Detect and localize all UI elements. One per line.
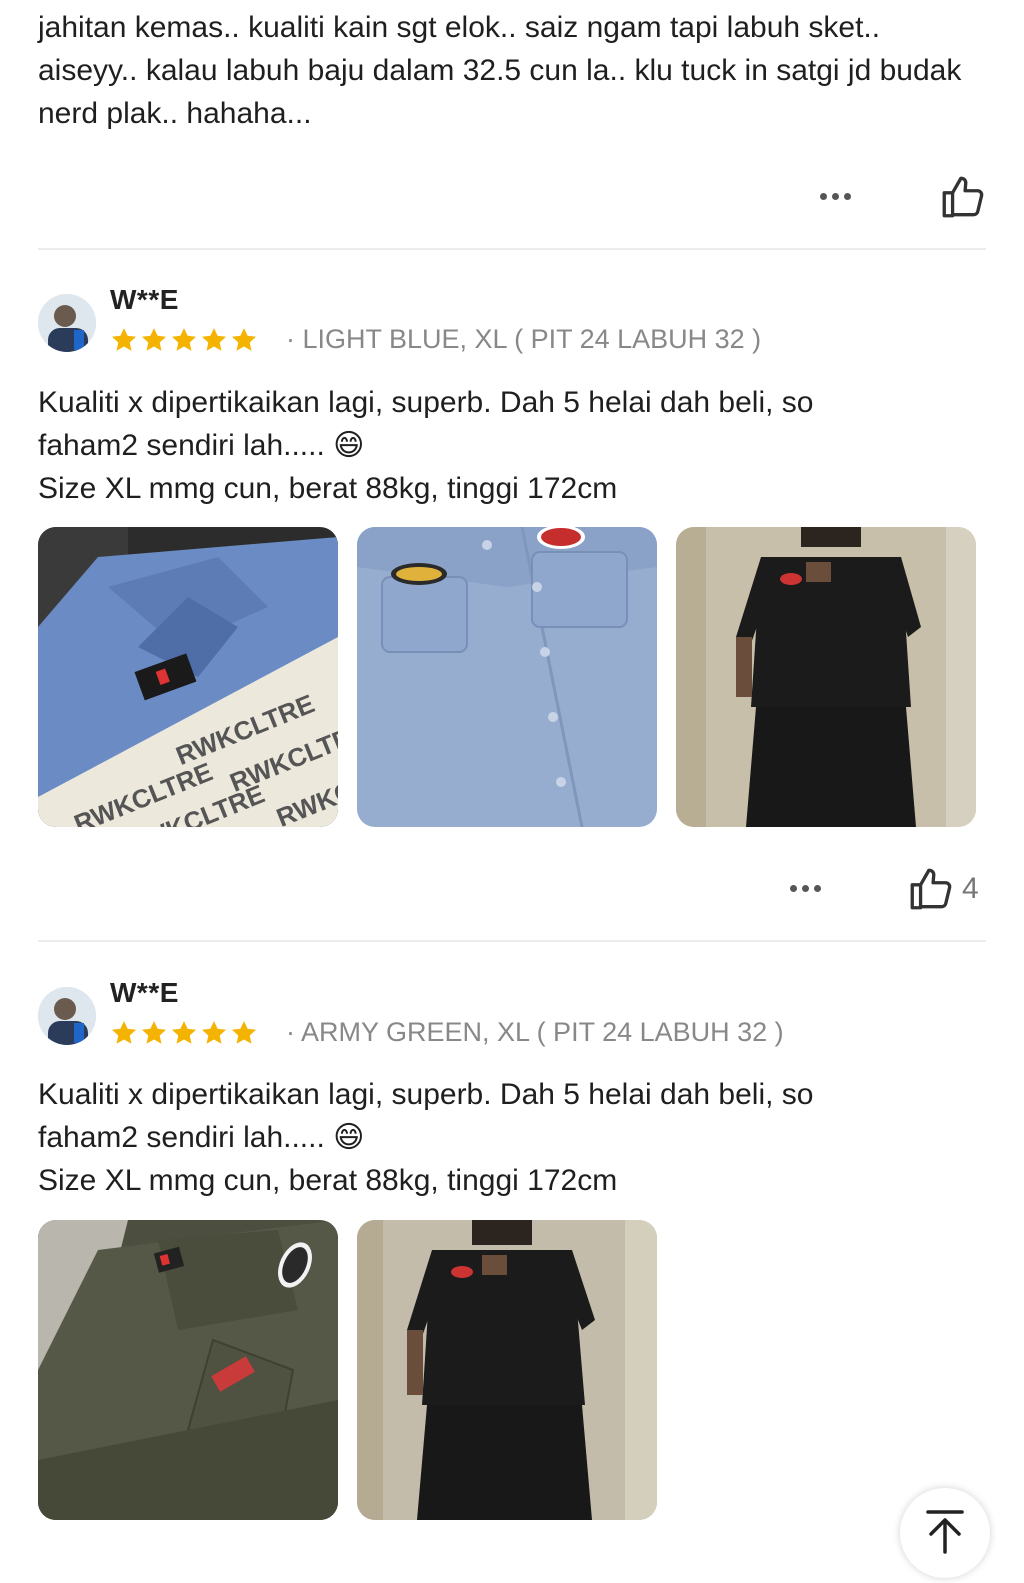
review-text-top: jahitan kemas.. kualiti kain sgt elok.. … [38,11,962,130]
review-photos [38,1220,657,1520]
review-text: Kualiti x dipertikaikan lagi, superb. Da… [38,1073,988,1202]
review-text-line: Kualiti x dipertikaikan lagi, superb. Da… [38,1078,814,1111]
thumbs-up-icon [910,868,952,910]
review-photo[interactable] [38,1220,338,1520]
review-actions: 4 [38,864,986,914]
review-photo[interactable] [676,527,976,827]
thumbs-up-icon [942,176,984,218]
like-count: 4 [962,872,979,905]
review-text-line: faham2 sendiri lah..... 😄 [38,1121,365,1154]
reviewer-name: W**E [110,284,179,315]
divider [38,940,986,942]
like-button[interactable]: 4 [906,864,979,914]
variant-label: · LIGHT BLUE, XL ( PIT 24 LABUH 32 ) [286,324,762,354]
star-icon [171,1021,197,1044]
review-text: Kualiti x dipertikaikan lagi, superb. Da… [38,381,988,510]
review-photos: RWKCLTRE RWKCLTRE RWKCLTRE RWKCLTRE RWKC… [38,527,976,827]
more-dots-icon[interactable] [820,193,851,200]
review-photo[interactable] [357,527,657,827]
star-rating [110,1019,258,1047]
review-text-line: faham2 sendiri lah..... 😄 [38,429,365,462]
review-photo[interactable]: RWKCLTRE RWKCLTRE RWKCLTRE RWKCLTRE RWKC… [38,527,338,827]
divider [38,248,986,250]
star-icon [231,328,257,351]
avatar[interactable] [38,294,96,352]
variant-label: · ARMY GREEN, XL ( PIT 24 LABUH 32 ) [286,1017,784,1047]
star-icon [201,1021,227,1044]
review-actions-top [38,172,986,222]
star-icon [111,328,137,351]
more-dots-icon[interactable] [790,885,821,892]
star-icon [141,1021,167,1044]
review-photo[interactable] [357,1220,657,1520]
back-to-top-button[interactable] [900,1488,990,1578]
like-button[interactable] [938,172,988,222]
reviewer-header: W**E · LIGHT BLUE, XL ( PIT 24 LABUH 32 … [38,284,986,364]
review-text-line: Kualiti x dipertikaikan lagi, superb. Da… [38,386,814,419]
review-text-line: Size XL mmg cun, berat 88kg, tinggi 172c… [38,472,618,505]
star-icon [231,1021,257,1044]
arrow-up-icon [926,1510,964,1554]
reviewer-header: W**E · ARMY GREEN, XL ( PIT 24 LABUH 32 … [38,977,986,1057]
review-text-line: Size XL mmg cun, berat 88kg, tinggi 172c… [38,1164,618,1197]
star-icon [111,1021,137,1044]
star-rating [110,326,258,354]
reviewer-name: W**E [110,977,179,1008]
star-icon [141,328,167,351]
star-icon [171,328,197,351]
avatar[interactable] [38,987,96,1045]
star-icon [201,328,227,351]
